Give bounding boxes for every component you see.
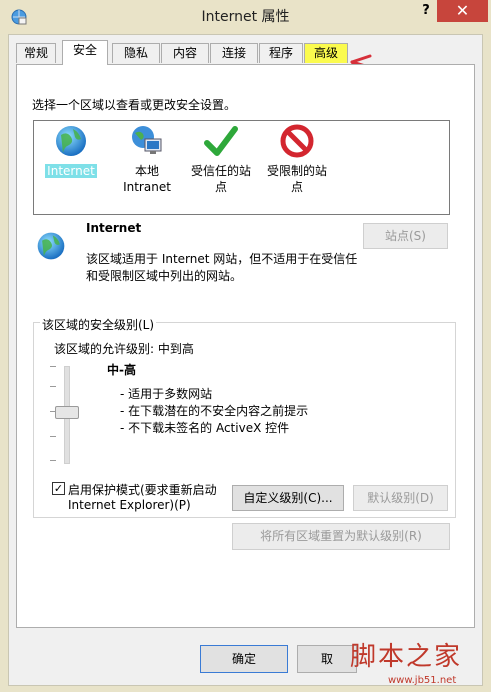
ok-button[interactable]: 确定 [200, 645, 288, 673]
zone-restricted-sites[interactable]: 受限制的站 点 [262, 121, 332, 195]
globe-icon [37, 232, 65, 260]
protected-mode-label-line2: Internet Explorer)(P) [68, 498, 191, 512]
level-description-item: - 适用于多数网站 [120, 387, 213, 401]
slider-tick [50, 436, 56, 437]
zone-description-line1: 该区域适用于 Internet 网站，但不适用于在受信任 [86, 252, 358, 266]
globe-icon [56, 126, 86, 156]
slider-tick [50, 386, 56, 387]
help-button[interactable]: ? [418, 3, 434, 23]
restricted-icon [280, 124, 314, 158]
checkmark-icon [204, 126, 238, 156]
zone-instruction: 选择一个区域以查看或更改安全设置。 [32, 98, 237, 112]
tab-programs[interactable]: 程序 [259, 43, 303, 63]
slider-thumb[interactable] [55, 406, 79, 419]
sites-button[interactable]: 站点(S) [363, 223, 448, 249]
intranet-icon [132, 126, 162, 154]
zone-label-2: 点 [214, 180, 227, 194]
tab-content[interactable]: 内容 [161, 43, 209, 63]
default-level-button[interactable]: 默认级别(D) [353, 485, 448, 511]
zone-description-line2: 和受限制区域中列出的网站。 [86, 269, 243, 283]
slider-tick [50, 460, 56, 461]
zone-label: 受信任的站 [190, 164, 251, 178]
zone-label: Internet [45, 164, 97, 178]
zone-label: 受限制的站 [266, 164, 327, 178]
watermark-logo: 脚本之家 [350, 642, 463, 672]
tab-connections[interactable]: 连接 [210, 43, 258, 63]
close-button[interactable]: ✕ [437, 0, 488, 22]
custom-level-button[interactable]: 自定义级别(C)... [232, 485, 344, 511]
tab-general[interactable]: 常规 [16, 43, 56, 63]
reset-all-zones-button[interactable]: 将所有区域重置为默认级别(R) [232, 523, 450, 550]
tab-security[interactable]: 安全 [62, 40, 108, 65]
tab-privacy[interactable]: 隐私 [112, 43, 160, 63]
allowed-levels-label: 该区域的允许级别: 中到高 [54, 342, 194, 356]
zone-label: 本地 [134, 164, 159, 178]
zone-label-2: 点 [290, 180, 303, 194]
level-description-item: - 不下载未签名的 ActiveX 控件 [120, 421, 290, 435]
zone-name: Internet [86, 221, 142, 235]
cancel-button[interactable]: 取 [297, 645, 357, 673]
security-level-group-title: 该区域的安全级别(L) [40, 316, 157, 333]
slider-tick [50, 366, 56, 367]
zone-label-2: Intranet [123, 180, 171, 194]
zone-local-intranet[interactable]: 本地 Intranet [114, 121, 180, 195]
watermark-url: www.jb51.net [388, 675, 457, 686]
protected-mode-label-line1: 启用保护模式(要求重新启动 [68, 483, 217, 497]
zone-internet[interactable]: Internet [40, 121, 102, 179]
security-level-name: 中-高 [107, 363, 136, 377]
level-description-item: - 在下载潜在的不安全内容之前提示 [120, 404, 309, 418]
zone-trusted-sites[interactable]: 受信任的站 点 [186, 121, 256, 195]
protected-mode-checkbox[interactable]: ✓ [52, 482, 65, 495]
zone-list: Internet 本地 Intranet 受信任的站 点 受限制的站 点 [33, 120, 450, 215]
